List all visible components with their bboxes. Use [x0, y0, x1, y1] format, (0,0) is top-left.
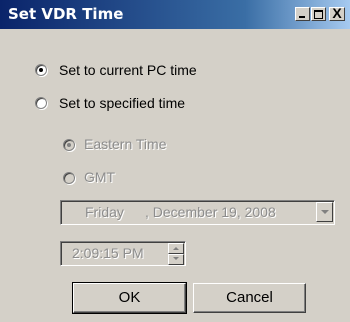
spin-down-icon[interactable] — [168, 254, 184, 265]
window-title: Set VDR Time — [8, 5, 124, 23]
ok-button[interactable]: OK — [72, 282, 187, 314]
close-icon[interactable]: X — [329, 5, 345, 21]
minimize-icon[interactable] — [295, 7, 310, 21]
eastern-time-label: Eastern Time — [84, 136, 167, 152]
cancel-button[interactable]: Cancel — [193, 283, 306, 313]
current-pc-time-radio[interactable] — [35, 64, 47, 76]
current-pc-time-label[interactable]: Set to current PC time — [59, 62, 197, 78]
chevron-down-icon[interactable] — [316, 202, 333, 222]
eastern-time-radio[interactable] — [63, 139, 75, 151]
spin-up-icon[interactable] — [168, 243, 184, 254]
specified-time-label[interactable]: Set to specified time — [59, 95, 185, 111]
date-day-text: Friday — [85, 204, 124, 220]
date-text: , December 19, 2008 — [145, 204, 276, 220]
time-text: 2:09:15 PM — [72, 245, 144, 261]
gmt-label: GMT — [84, 169, 116, 185]
gmt-radio[interactable] — [63, 172, 75, 184]
date-picker[interactable]: Friday , December 19, 2008 — [60, 200, 335, 225]
specified-time-radio[interactable] — [35, 97, 47, 109]
maximize-icon[interactable] — [311, 7, 326, 21]
time-field[interactable]: 2:09:15 PM — [60, 241, 186, 266]
title-bar[interactable]: Set VDR Time X — [0, 0, 350, 29]
